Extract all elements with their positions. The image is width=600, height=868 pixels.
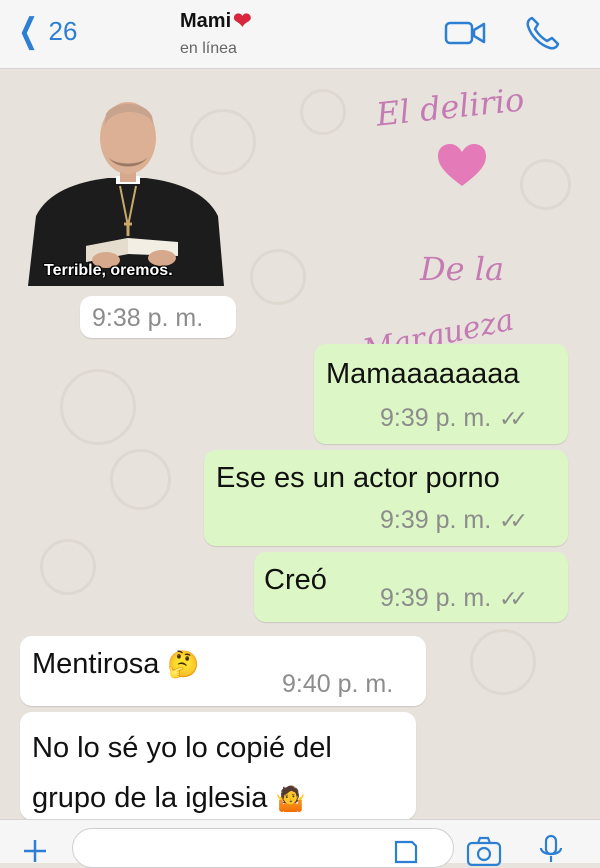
contact-name-row: Mami ❤ <box>180 8 252 34</box>
sticker-caption: Terrible, oremos. <box>44 262 173 279</box>
message-time: 9:39 p. m. <box>380 584 492 612</box>
message-text: Ese es un actor porno <box>216 462 500 494</box>
chevron-left-icon: ❮ <box>18 12 39 50</box>
compose-bar <box>0 819 600 868</box>
watermark-line2: De la <box>420 250 505 288</box>
priest-sticker[interactable] <box>28 96 226 286</box>
wallpaper-doodle <box>40 539 96 595</box>
heart-emoji: ❤ <box>233 8 252 33</box>
phone-icon[interactable] <box>524 14 562 52</box>
wallpaper-doodle <box>520 159 571 210</box>
chat-header: ❮ 26 Mami ❤ en línea <box>0 0 600 69</box>
message-time: 9:38 p. m. <box>92 304 204 332</box>
message-time: 9:40 p. m. <box>282 670 394 698</box>
message-text-line1: No lo sé yo lo copié del <box>32 732 332 764</box>
message-bubble[interactable]: Ese es un actor porno 9:39 p. m. ✓✓ <box>204 450 568 546</box>
message-text: Mentirosa <box>32 648 160 680</box>
contact-info[interactable]: Mami ❤ en línea <box>180 8 252 58</box>
priest-illustration <box>28 102 224 286</box>
message-text-line2: grupo de la iglesia <box>32 782 268 814</box>
read-ticks-icon: ✓✓ <box>499 406 528 431</box>
back-button[interactable]: ❮ 26 <box>14 14 77 48</box>
message-text: Creó <box>264 564 327 596</box>
thinking-face-emoji: 🤔 <box>167 649 200 679</box>
message-text-row: Mentirosa 🤔 <box>32 648 200 681</box>
video-camera-icon[interactable] <box>444 18 488 48</box>
person-shrugging-emoji: 🤷 <box>275 786 306 813</box>
wallpaper-doodle <box>250 249 306 305</box>
message-bubble[interactable]: Mentirosa 🤔 9:40 p. m. <box>20 636 426 706</box>
sticker-time-bubble: 9:38 p. m. <box>80 296 236 338</box>
contact-name: Mami <box>180 9 232 32</box>
read-ticks-icon: ✓✓ <box>499 586 528 611</box>
message-bubble[interactable]: Creó 9:39 p. m. ✓✓ <box>254 552 568 622</box>
wallpaper-doodle <box>470 629 536 695</box>
heart-icon <box>438 144 486 186</box>
wallpaper-doodle <box>300 89 346 135</box>
message-time-row: 9:39 p. m. ✓✓ <box>380 506 528 535</box>
message-time-row: 9:39 p. m. ✓✓ <box>380 584 528 613</box>
read-ticks-icon: ✓✓ <box>499 508 528 533</box>
message-time: 9:39 p. m. <box>380 404 492 432</box>
wallpaper-doodle <box>110 449 171 510</box>
message-text-row: grupo de la iglesia 🤷 <box>32 782 305 815</box>
microphone-icon[interactable] <box>538 834 564 864</box>
contact-status: en línea <box>180 40 237 57</box>
message-text: Mamaaaaaaaa <box>326 358 520 390</box>
message-time: 9:39 p. m. <box>380 506 492 534</box>
message-bubble[interactable]: No lo sé yo lo copié del grupo de la igl… <box>20 712 416 820</box>
message-time-row: 9:39 p. m. ✓✓ <box>380 404 528 433</box>
message-bubble[interactable]: Mamaaaaaaaa 9:39 p. m. ✓✓ <box>314 344 568 444</box>
unread-count: 26 <box>48 15 78 46</box>
wallpaper-doodle <box>60 369 136 445</box>
